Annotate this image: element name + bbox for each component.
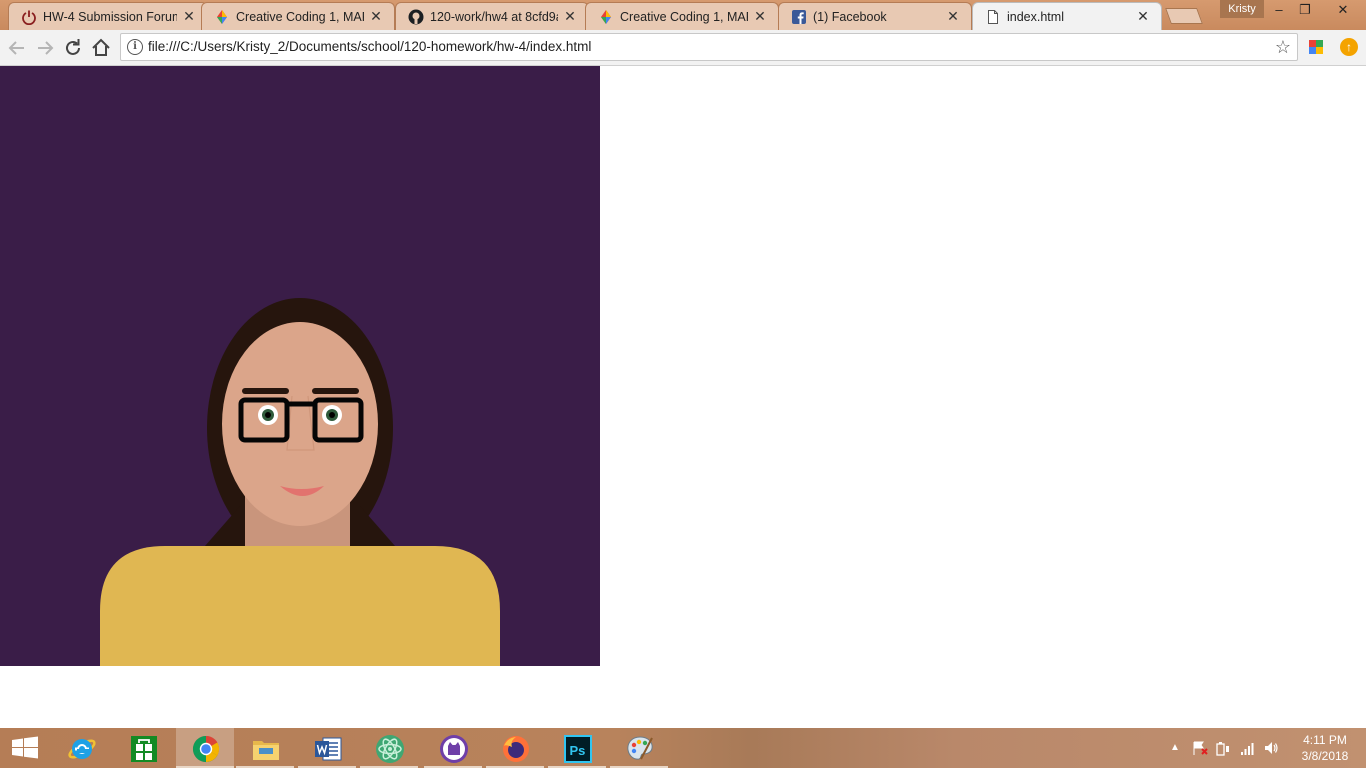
tab-close-icon[interactable]: ✕ [1135,8,1151,24]
atom-icon [376,735,404,763]
profile-button[interactable]: Kristy [1220,0,1264,18]
left-eyebrow [242,388,289,394]
extension-update-icon[interactable]: ↑ [1340,38,1358,56]
right-eyebrow [312,388,359,394]
tab-index-html[interactable]: index.html ✕ [972,2,1162,30]
photoshop-icon: Ps [564,735,592,763]
taskbar-atom[interactable] [360,728,418,768]
back-button[interactable] [5,36,29,60]
paint-palette-icon [627,736,653,760]
left-eye [258,405,278,425]
info-icon[interactable]: i [127,39,143,55]
taskbar-file-explorer[interactable] [236,728,294,768]
tab-close-icon[interactable]: ✕ [368,8,384,24]
arrow-right-icon [38,41,54,55]
sketch-canvas [0,66,600,666]
clock-date: 3/8/2018 [1301,749,1349,763]
file-icon [988,10,998,24]
tray-volume-icon[interactable] [1263,740,1279,756]
tray-action-center-flag-icon[interactable] [1191,740,1209,756]
google-sites-icon [217,10,227,24]
tab-title: Creative Coding 1, MART [620,10,748,24]
taskbar-microsoft-store[interactable] [114,728,172,768]
self-portrait-drawing [100,298,500,666]
tab-creative-coding-1-second[interactable]: Creative Coding 1, MART ✕ [585,2,779,30]
restore-button[interactable]: ❐ [1290,0,1320,20]
github-icon [408,9,424,25]
address-bar[interactable]: i file:///C:/Users/Kristy_2/Documents/sc… [120,33,1298,61]
word-icon [315,737,342,761]
power-icon [22,10,36,25]
arrow-left-icon [8,41,24,55]
tab-creative-coding-1[interactable]: Creative Coding 1, MART ✕ [201,2,395,30]
tab-title: HW-4 Submission Forum [43,10,177,24]
google-sites-icon [601,10,611,24]
tab-title: 120-work/hw4 at 8cfd9a [430,10,558,24]
taskbar-chrome[interactable] [176,728,234,768]
shirt [100,546,500,666]
browser-titlebar: HW-4 Submission Forum ✕ Creative Coding … [0,0,1366,30]
home-icon [92,38,110,56]
taskbar-internet-explorer[interactable] [52,728,110,768]
extension-multicolor-icon[interactable] [1308,39,1324,55]
forward-button[interactable] [33,36,57,60]
new-tab-button[interactable] [1165,8,1203,24]
internet-explorer-icon [68,739,96,759]
taskbar-clock[interactable]: 4:11 PM 3/8/2018 [1290,732,1360,764]
windows-logo-icon [12,736,38,759]
facebook-icon [792,10,806,24]
tab-title: (1) Facebook [813,10,887,24]
tray-overflow-chevron-icon[interactable]: ▲ [1170,740,1180,756]
tab-close-icon[interactable]: ✕ [181,8,197,24]
folder-icon [253,741,279,760]
taskbar-word[interactable] [298,728,356,768]
reload-icon [66,39,80,55]
tray-network-signal-icon[interactable] [1240,740,1256,756]
tray-battery-plug-icon[interactable] [1215,740,1231,756]
tab-close-icon[interactable]: ✕ [752,8,768,24]
bookmark-star-icon[interactable]: ☆ [1275,36,1291,58]
taskbar-photoshop[interactable]: Ps [548,728,606,768]
home-button[interactable] [89,36,113,60]
taskbar-firefox[interactable] [486,728,544,768]
taskbar-paint[interactable] [610,728,668,768]
svg-text:Ps: Ps [570,743,586,758]
start-button[interactable] [0,728,50,768]
tab-title: Creative Coding 1, MART [236,10,364,24]
windows-taskbar: Ps ▲ 4:11 PM 3/8/2018 [0,728,1366,768]
reload-button[interactable] [61,36,85,60]
browser-toolbar: i file:///C:/Users/Kristy_2/Documents/sc… [0,30,1366,66]
github-desktop-icon [440,735,468,763]
url-text[interactable]: file:///C:/Users/Kristy_2/Documents/scho… [148,39,591,55]
firefox-icon [503,736,529,762]
tab-close-icon[interactable]: ✕ [562,8,578,24]
tab-title: index.html [1007,10,1064,24]
tab-github-hw4[interactable]: 120-work/hw4 at 8cfd9a ✕ [395,2,589,30]
close-window-button[interactable]: ✕ [1320,0,1366,20]
clock-time: 4:11 PM [1303,733,1347,747]
tab-facebook[interactable]: (1) Facebook ✕ [778,2,972,30]
taskbar-github-desktop[interactable] [424,728,482,768]
tab-close-icon[interactable]: ✕ [945,8,961,24]
chrome-icon [192,735,220,763]
store-bag-icon [131,736,157,762]
tab-hw4-submission-forum[interactable]: HW-4 Submission Forum ✕ [8,2,208,30]
right-eye [322,405,342,425]
